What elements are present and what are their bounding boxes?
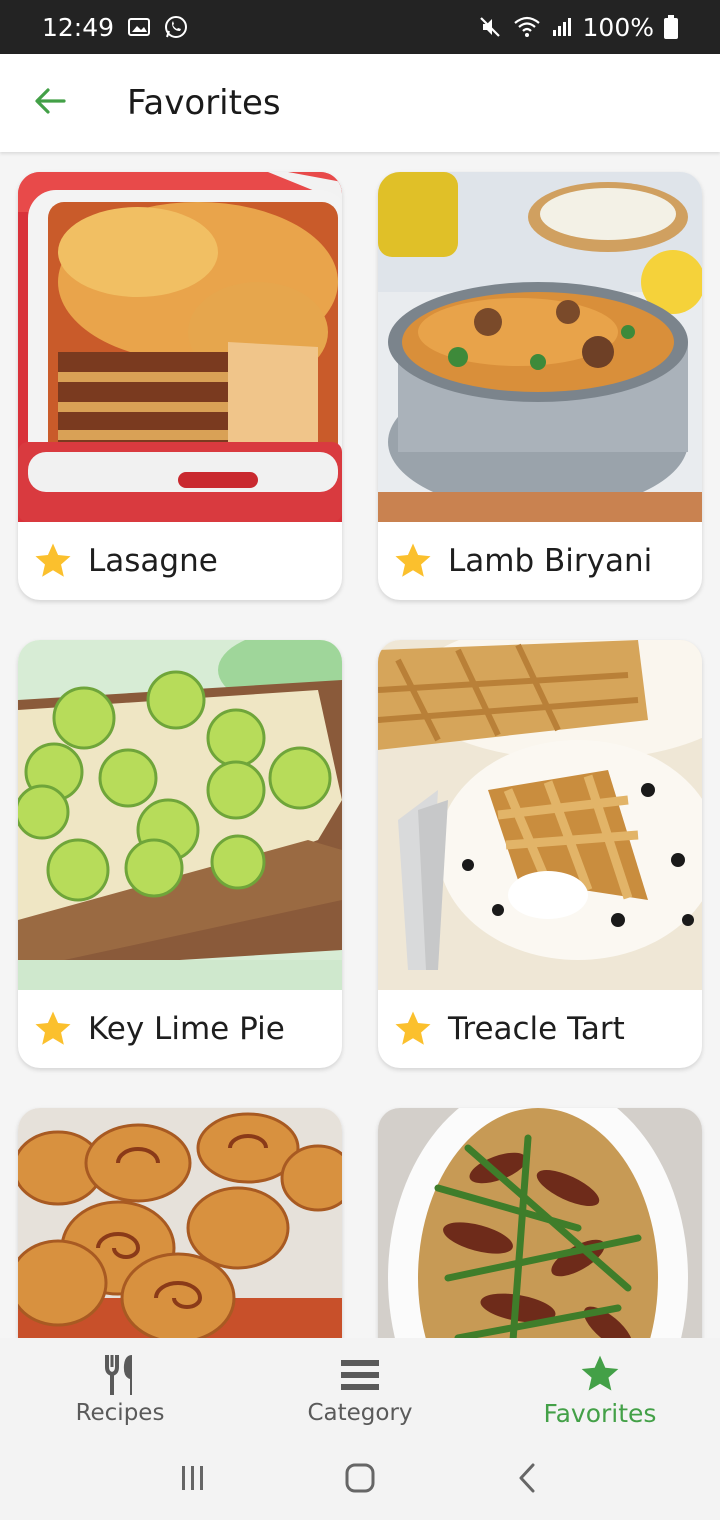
back-button[interactable]: [20, 73, 80, 133]
recipe-name: Key Lime Pie: [88, 1011, 285, 1047]
nav-label: Recipes: [75, 1400, 165, 1426]
list-icon: [341, 1352, 379, 1398]
recipe-image-rolls: [18, 1108, 342, 1338]
battery-percent: 100%: [582, 12, 654, 42]
nav-label: Category: [307, 1400, 413, 1426]
recipe-card-lamb-biryani[interactable]: Lamb Biryani: [378, 172, 702, 600]
star-icon[interactable]: [392, 540, 434, 582]
recipe-image-beef-asparagus: [378, 1108, 702, 1338]
system-nav: [0, 1440, 720, 1520]
recipe-card-footer: Key Lime Pie: [18, 990, 342, 1068]
system-back-button[interactable]: [487, 1450, 567, 1510]
star-icon[interactable]: [392, 1008, 434, 1050]
whatsapp-icon: [164, 15, 188, 39]
home-button[interactable]: [320, 1450, 400, 1510]
nav-recipes[interactable]: Recipes: [0, 1338, 240, 1440]
recipe-image-lasagne: [18, 172, 342, 522]
nav-favorites[interactable]: Favorites: [480, 1338, 720, 1440]
nav-label: Favorites: [543, 1398, 657, 1428]
recipe-name: Treacle Tart: [448, 1011, 625, 1047]
recent-apps-button[interactable]: [153, 1450, 233, 1510]
status-time: 12:49: [42, 12, 115, 42]
status-left: 12:49: [42, 13, 188, 42]
recipe-card-footer: Lasagne: [18, 522, 342, 600]
mute-icon: [479, 15, 503, 39]
star-icon: [578, 1351, 622, 1397]
recipe-name: Lasagne: [88, 543, 218, 579]
favorites-grid: Lasagne Lamb Biryani Key Lime Pie Treacl…: [0, 152, 720, 1338]
recipe-card-rolls[interactable]: [18, 1108, 342, 1338]
star-icon[interactable]: [32, 540, 74, 582]
recipe-card-footer: Treacle Tart: [378, 990, 702, 1068]
recipe-image-lamb-biryani: [378, 172, 702, 522]
bottom-nav: Recipes Category Favorites: [0, 1338, 720, 1440]
recent-apps-icon: [178, 1463, 208, 1497]
wifi-icon: [513, 15, 541, 39]
status-bar: 12:49 100%: [0, 0, 720, 54]
gallery-icon: [128, 17, 151, 37]
recipe-card-treacle-tart[interactable]: Treacle Tart: [378, 640, 702, 1068]
battery-icon: [664, 15, 678, 39]
signal-icon: [551, 16, 573, 38]
recipe-card-beef-asparagus[interactable]: [378, 1108, 702, 1338]
recipe-card-footer: Lamb Biryani: [378, 522, 702, 600]
recipe-image-key-lime-pie: [18, 640, 342, 990]
star-icon[interactable]: [32, 1008, 74, 1050]
recipe-image-treacle-tart: [378, 640, 702, 990]
nav-category[interactable]: Category: [240, 1338, 480, 1440]
page-title: Favorites: [127, 83, 281, 123]
app-bar: Favorites: [0, 54, 720, 152]
back-icon: [515, 1462, 539, 1498]
status-right: 100%: [479, 13, 678, 42]
arrow-left-icon: [34, 87, 66, 119]
recipe-card-key-lime-pie[interactable]: Key Lime Pie: [18, 640, 342, 1068]
home-icon: [344, 1462, 376, 1498]
fork-knife-icon: [101, 1352, 139, 1398]
recipe-card-lasagne[interactable]: Lasagne: [18, 172, 342, 600]
recipe-name: Lamb Biryani: [448, 543, 653, 579]
